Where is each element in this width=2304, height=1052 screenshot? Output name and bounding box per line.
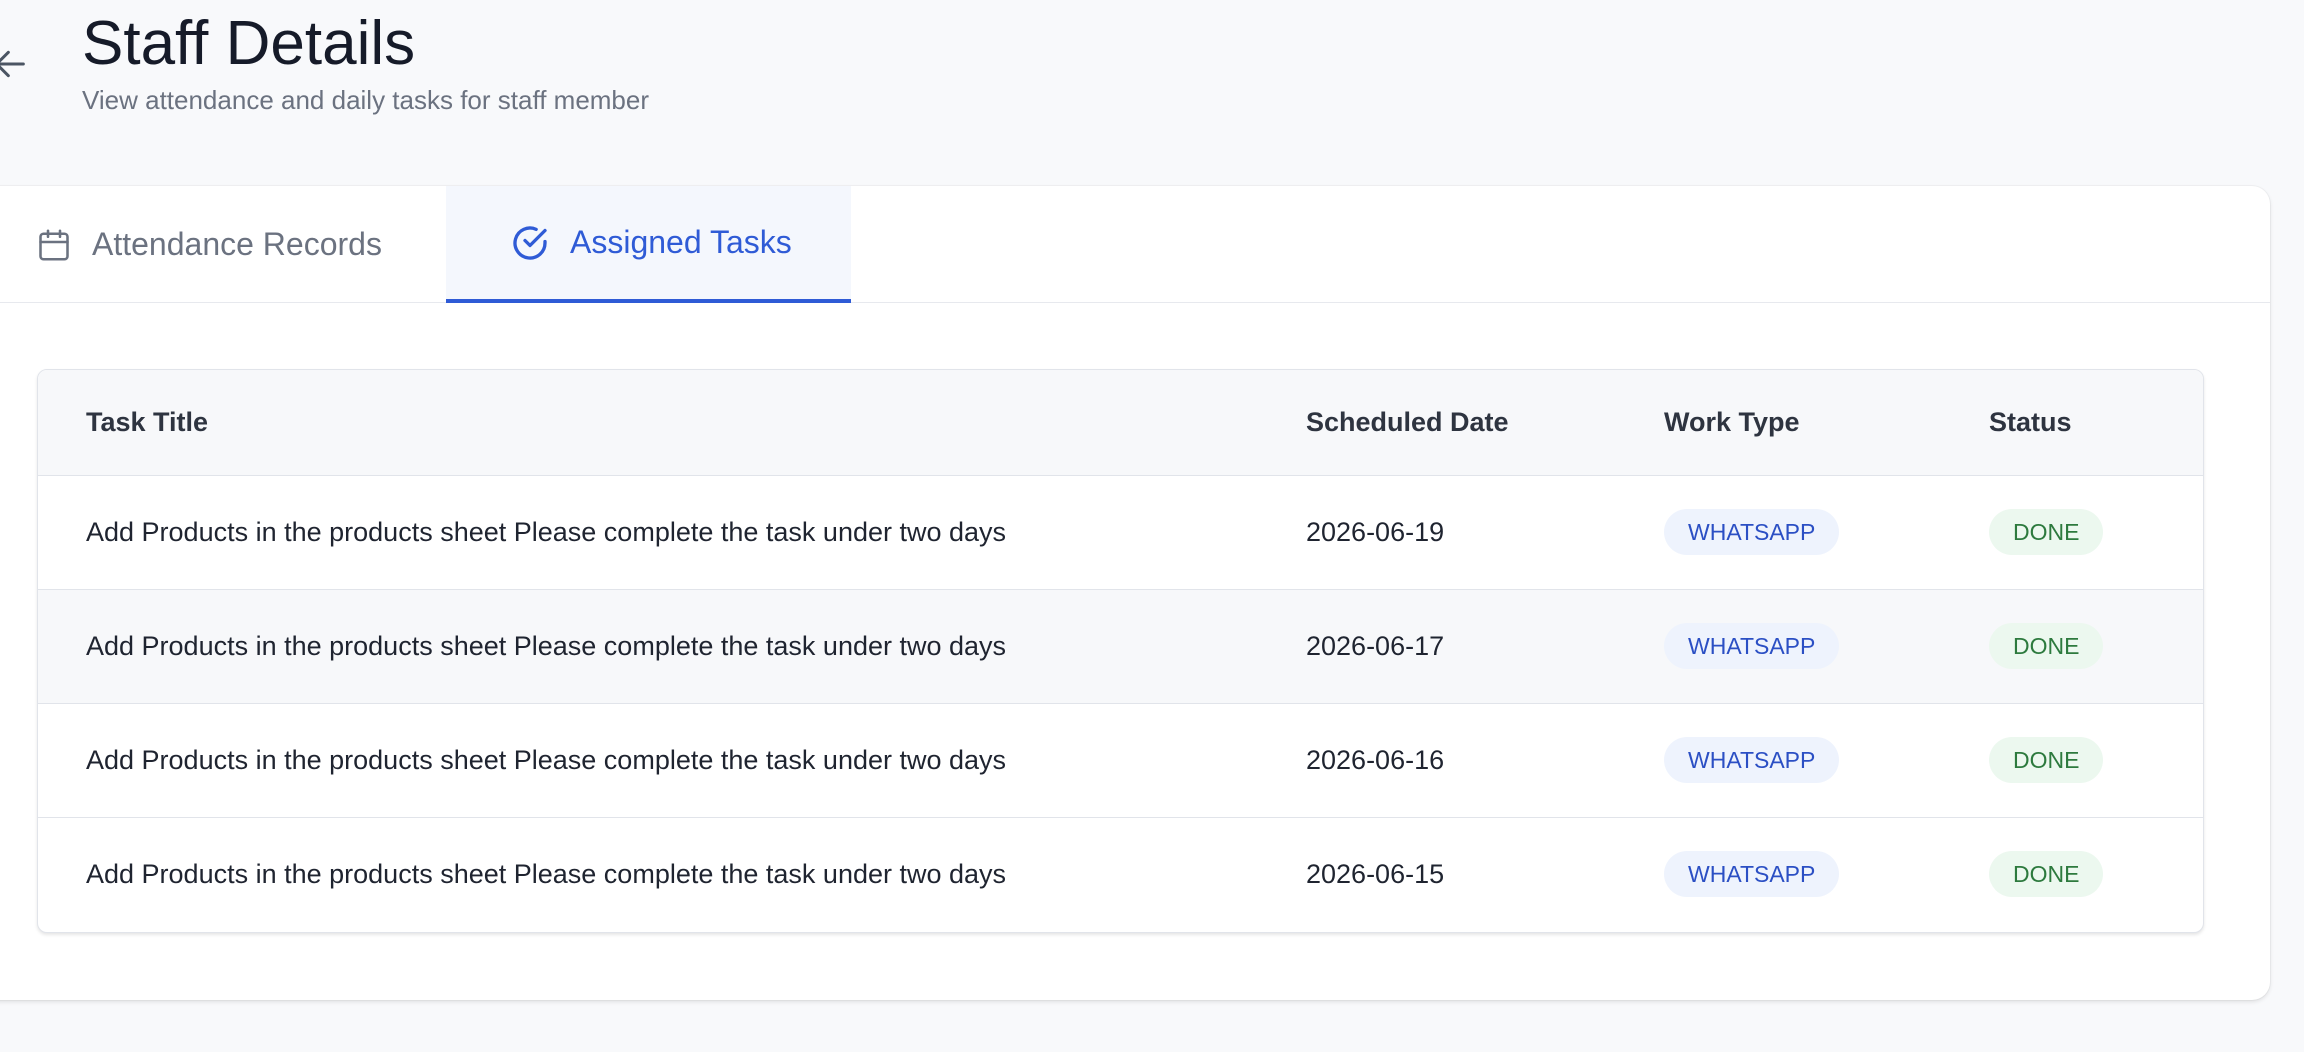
tab-attendance-records-label: Attendance Records (92, 226, 382, 262)
status-cell: DONE (1989, 817, 2203, 931)
tab-bar: Attendance Records Assigned Tasks (0, 186, 2270, 303)
scheduled-date-cell: 2026-06-17 (1306, 589, 1664, 704)
scheduled-date-cell: 2026-06-16 (1306, 703, 1664, 818)
table-row[interactable]: Add Products in the products sheet Pleas… (38, 589, 2203, 704)
column-header-scheduled-date[interactable]: Scheduled Date (1306, 370, 1664, 476)
work-type-cell: WHATSAPP (1664, 589, 1989, 704)
status-cell: DONE (1989, 589, 2203, 704)
work-type-cell: WHATSAPP (1664, 817, 1989, 931)
calendar-icon (36, 226, 72, 264)
work-type-badge: WHATSAPP (1664, 623, 1840, 669)
page-title: Staff Details (82, 9, 416, 78)
table-row[interactable]: Add Products in the products sheet Pleas… (38, 817, 2203, 931)
scheduled-date-cell: 2026-06-15 (1306, 858, 1445, 889)
back-button[interactable] (0, 42, 32, 86)
check-circle-icon (510, 223, 550, 263)
work-type-badge: WHATSAPP (1664, 509, 1840, 555)
tab-assigned-tasks-label: Assigned Tasks (570, 224, 792, 260)
task-title-cell: Add Products in the products sheet Pleas… (38, 703, 1306, 818)
table-row[interactable]: Add Products in the products sheet Pleas… (38, 475, 2203, 590)
column-header-work-type[interactable]: Work Type (1664, 370, 1989, 476)
tab-assigned-tasks[interactable]: Assigned Tasks (446, 186, 851, 303)
work-type-badge: WHATSAPP (1664, 737, 1840, 783)
status-badge: DONE (1989, 851, 2104, 898)
table-body: Add Products in the products sheet Pleas… (38, 475, 2203, 931)
status-cell: DONE (1989, 475, 2203, 590)
arrow-left-icon (0, 50, 25, 78)
staff-details-card: Attendance Records Assigned Tasks Task T… (0, 186, 2270, 1000)
work-type-badge: WHATSAPP (1664, 851, 1840, 898)
work-type-cell: WHATSAPP (1664, 475, 1989, 590)
column-header-task-title[interactable]: Task Title (38, 370, 1306, 476)
status-badge: DONE (1989, 737, 2104, 783)
tab-attendance-records[interactable]: Attendance Records (36, 186, 382, 303)
task-title-cell: Add Products in the products sheet Pleas… (38, 589, 1306, 704)
scheduled-date-cell: 2026-06-19 (1306, 475, 1664, 590)
column-header-status[interactable]: Status (1989, 370, 2203, 476)
tasks-table-container: Task Title Scheduled Date Work Type Stat… (37, 369, 2204, 933)
status-badge: DONE (1989, 623, 2104, 669)
tasks-table: Task Title Scheduled Date Work Type Stat… (38, 370, 2203, 931)
table-row[interactable]: Add Products in the products sheet Pleas… (38, 703, 2203, 818)
task-title-cell: Add Products in the products sheet Pleas… (86, 858, 1007, 889)
task-title-cell: Add Products in the products sheet Pleas… (38, 475, 1306, 590)
status-badge: DONE (1989, 509, 2104, 555)
table-header-row: Task Title Scheduled Date Work Type Stat… (38, 370, 2203, 476)
page-subtitle: View attendance and daily tasks for staf… (82, 85, 650, 115)
page-header: Staff Details View attendance and daily … (0, 0, 2304, 160)
table-header: Task Title Scheduled Date Work Type Stat… (38, 370, 2203, 476)
work-type-cell: WHATSAPP (1664, 703, 1989, 818)
status-cell: DONE (1989, 703, 2203, 818)
